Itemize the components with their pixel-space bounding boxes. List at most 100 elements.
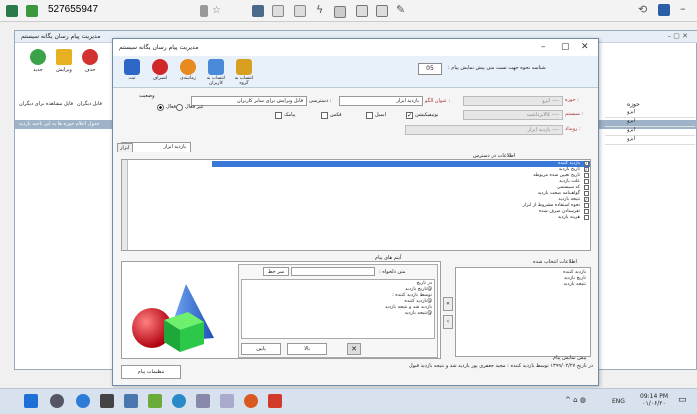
system-select[interactable]: ---- کالابرداشت — [463, 110, 563, 120]
down-button[interactable]: پایین — [241, 343, 281, 355]
minimize-button[interactable]: – — [541, 42, 546, 52]
move-left-button[interactable]: « — [443, 297, 453, 311]
access-info-scrollbar[interactable] — [122, 160, 128, 250]
area-select[interactable]: ---- ابزو — [463, 96, 563, 106]
inactive-label: غیر فعال — [185, 104, 204, 110]
process-select[interactable]: ---- بازدید ابزار — [405, 125, 563, 135]
history-icon[interactable]: ⟲ — [638, 3, 647, 16]
assign-group-label: انتساب به گروه — [234, 76, 254, 86]
table-row[interactable]: ابزو — [605, 118, 695, 127]
title-input[interactable]: بازدید ابزار — [339, 96, 423, 106]
selected-info-list: بازدید کننده تاریخ بازدید نتیجه بازدید — [563, 270, 586, 288]
desired-text-input[interactable] — [291, 267, 375, 276]
people-icon[interactable] — [220, 394, 234, 408]
language-indicator[interactable]: ENG — [612, 398, 625, 405]
display-period-row: شناسه نحوه جهت تست متن پیش نمایش پیام : … — [308, 63, 598, 75]
new-button-label: جدید — [33, 67, 43, 73]
message-lines: در تاریخ @تاریخ بازدید توسط بازدید کننده :… — [385, 281, 432, 317]
chrome-icon[interactable] — [172, 394, 186, 408]
sms-checkbox[interactable] — [275, 112, 282, 121]
access-info-checkbox[interactable] — [584, 209, 589, 214]
start-icon[interactable] — [24, 394, 38, 408]
assign-users-button[interactable]: انتساب به کاربران — [203, 58, 229, 86]
access-info-checkbox[interactable] — [584, 197, 589, 202]
tray-icons[interactable]: ^ ⌂ ◍ — [565, 396, 586, 404]
store-icon[interactable] — [100, 394, 114, 408]
search-icon[interactable] — [196, 394, 210, 408]
cancel-button[interactable]: انصراف — [147, 58, 173, 86]
connection-icon[interactable] — [26, 5, 38, 17]
access-info-item-label: نتیجه بازدید — [558, 197, 580, 202]
active-radio[interactable] — [157, 104, 164, 113]
tab-tool-label: ابزار — [120, 145, 130, 151]
fax-checkbox[interactable] — [321, 112, 328, 121]
edit-button[interactable]: ویرایش — [53, 49, 75, 77]
recorder-icon[interactable] — [244, 394, 258, 408]
access-select[interactable]: قابل ویرایش برای سایر کاربران — [191, 96, 307, 106]
move-one-left-button[interactable]: ‹ — [443, 315, 453, 329]
edge-icon[interactable] — [76, 394, 90, 408]
access-info-checkbox[interactable] — [584, 203, 589, 208]
notification-checkbox[interactable] — [406, 112, 413, 119]
pen-icon[interactable]: ✎ — [396, 3, 405, 16]
access-info-item[interactable]: هزینه بازدید — [212, 215, 590, 221]
access-info-item-label: نحوه استفاده مشروط از ابزار — [522, 203, 580, 208]
access-info-checkbox[interactable] — [584, 215, 589, 220]
email-label: ایمیل — [375, 112, 386, 118]
new-button[interactable]: جدید — [27, 49, 49, 77]
inactive-radio[interactable] — [176, 104, 183, 113]
toolbar-icon-1[interactable] — [200, 5, 208, 17]
system-label: سیستم : — [565, 111, 584, 117]
table-row[interactable]: ابزو — [605, 136, 695, 145]
monitor-icon[interactable] — [252, 5, 264, 17]
chat-icon[interactable] — [294, 5, 306, 17]
selected-info-item[interactable]: نتیجه بازدید — [563, 282, 586, 288]
remote-app-icon[interactable] — [6, 5, 18, 17]
notifications-icon[interactable]: ▭ — [678, 395, 687, 405]
message-settings-button[interactable]: تنظیمات پیام — [121, 365, 181, 379]
dialog-titlebar: مدیریت پیام رسان یگانه سیستم — [113, 39, 598, 56]
message-editor-frame: متن دلخواه : سر خط در تاریخ @تاریخ بازدید… — [238, 264, 438, 358]
display-period-input[interactable]: 05 — [418, 63, 442, 75]
settings-icon[interactable] — [658, 4, 670, 16]
remote-desktop-icon[interactable] — [268, 394, 282, 408]
keyboard-icon[interactable] — [334, 6, 346, 18]
background-window-controls[interactable]: – ▢ ✕ — [668, 32, 688, 40]
clock-time: 09:14 PM — [640, 393, 668, 400]
lightning-icon[interactable]: ϟ — [316, 3, 323, 16]
close-button[interactable]: ✕ — [581, 42, 589, 52]
access-info-checkbox[interactable] — [584, 167, 589, 172]
shield-icon[interactable] — [376, 5, 388, 17]
display-period-label: شناسه نحوه جهت تست متن پیش نمایش پیام : — [448, 65, 546, 71]
delete-button[interactable]: حذف — [79, 49, 101, 77]
table-row[interactable]: ابزو — [605, 127, 695, 136]
maximize-button[interactable]: ▢ — [561, 42, 570, 52]
tab-tool[interactable]: ابزار — [117, 143, 133, 152]
access-info-checkbox[interactable] — [584, 161, 589, 166]
line-break-button[interactable]: سر خط — [263, 267, 289, 276]
minimize-remote-icon[interactable]: – — [680, 2, 686, 15]
email-checkbox[interactable] — [366, 112, 373, 121]
up-button[interactable]: بالا — [287, 343, 327, 355]
message-body-area[interactable]: در تاریخ @تاریخ بازدید توسط بازدید کننده :… — [241, 279, 435, 339]
window-icon[interactable] — [272, 5, 284, 17]
assign-group-button[interactable]: انتساب به گروه — [231, 58, 257, 86]
mail-icon[interactable] — [124, 394, 138, 408]
clock[interactable]: 09:14 PM ۰۱/۰۶/۲۰ — [636, 393, 672, 407]
star-icon[interactable]: ☆ — [212, 5, 221, 16]
save-button[interactable]: ثبت — [119, 58, 145, 86]
bg-col-3: حوزه — [627, 101, 640, 108]
access-info-checkbox[interactable] — [584, 173, 589, 178]
file-icon[interactable] — [356, 5, 368, 17]
cancel-icon — [152, 59, 168, 75]
access-info-checkbox[interactable] — [584, 185, 589, 190]
message-dialog: مدیریت پیام رسان یگانه سیستم – ▢ ✕ ثبت ا… — [112, 38, 599, 386]
access-info-checkbox[interactable] — [584, 179, 589, 184]
app-icon[interactable] — [148, 394, 162, 408]
task-view-icon[interactable] — [50, 394, 64, 408]
schedule-button[interactable]: زمانبندی — [175, 58, 201, 86]
dialog-title: مدیریت پیام رسان یگانه سیستم — [119, 44, 199, 51]
clear-icon[interactable]: ✕ — [347, 343, 361, 355]
access-info-checkbox[interactable] — [584, 191, 589, 196]
table-row[interactable]: ابزو — [605, 109, 695, 118]
